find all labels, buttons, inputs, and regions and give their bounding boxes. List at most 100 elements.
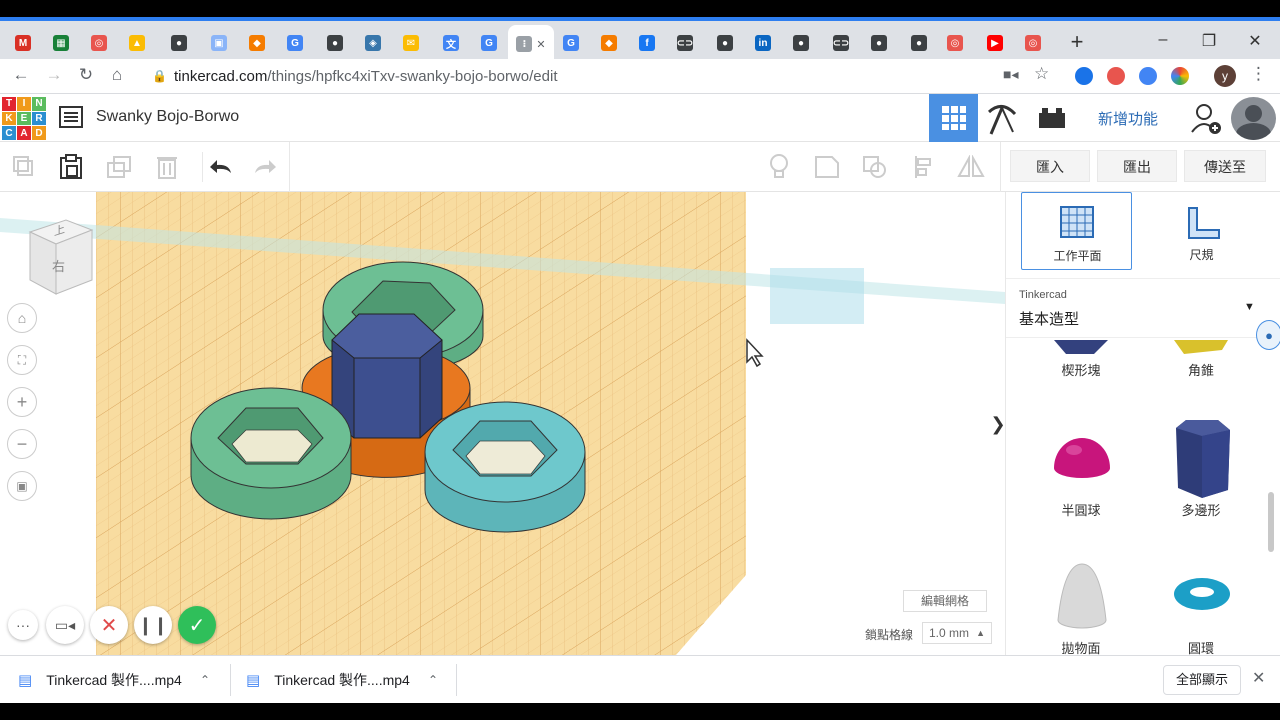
browser-tab[interactable]: ✉ [392,27,430,59]
send-to-button[interactable]: 傳送至 [1184,150,1266,182]
browser-tab[interactable]: G [470,27,508,59]
browser-tab[interactable]: in [744,27,782,59]
copy-icon[interactable] [9,152,39,182]
ungroup-icon[interactable] [860,152,890,182]
reload-button[interactable]: ↻ [75,65,97,85]
paraboloid-shape[interactable] [1054,562,1110,630]
close-downloads-icon[interactable]: ✕ [1252,668,1265,688]
polygon-prism-shape[interactable] [1172,418,1234,500]
delete-icon[interactable] [152,152,182,182]
browser-tab[interactable]: ▶ [976,27,1014,59]
browser-tab[interactable]: ▲ [118,27,156,59]
redo-icon[interactable] [250,152,280,182]
3d-viewport[interactable]: 上 右 ⌂ ⛶ + − ▣ ··· ▭◂ ✕ ❙❙ ✓ 編輯網格 鎖點格線 1.… [0,192,1005,655]
browser-tab[interactable]: ◎ [936,27,974,59]
kebab-menu-icon[interactable]: ⋮ [1250,64,1267,84]
undo-icon[interactable] [202,152,238,182]
hexagon-prism[interactable] [331,313,443,439]
browser-tab[interactable]: ◎ [1014,27,1052,59]
user-avatar[interactable] [1231,97,1276,140]
browser-tab[interactable]: 文 [432,27,470,59]
chrome-extension-icon[interactable] [1171,67,1189,85]
workplane-canvas[interactable] [0,192,1005,655]
snap-grid-select[interactable]: 1.0 mm ▲ [922,622,992,644]
zoom-out-button[interactable]: − [7,429,37,459]
align-icon[interactable] [910,152,940,182]
more-options-button[interactable]: ··· [8,610,38,640]
show-all-downloads-button[interactable]: 全部顯示 [1163,665,1241,695]
tinkercad-logo[interactable]: TIN KER CAD [2,97,46,140]
browser-tab[interactable]: ● [782,27,820,59]
group-icon[interactable] [812,152,842,182]
pickaxe-icon[interactable] [985,102,1019,141]
shape-library-select[interactable]: Tinkercad 基本造型 ▼ [1006,278,1280,338]
new-tab-button[interactable]: + [1066,29,1088,55]
back-button[interactable]: ← [10,65,32,85]
fit-view-button[interactable]: ⛶ [7,345,37,375]
chevron-up-icon[interactable]: ⌃ [200,673,210,687]
browser-tab[interactable]: ⁝ ✕ [508,25,554,63]
finish-recording-button[interactable]: ✓ [178,606,216,644]
close-window-button[interactable]: ✕ [1240,31,1270,51]
mirror-icon[interactable] [956,152,986,182]
restore-button[interactable]: ❐ [1194,31,1224,51]
3d-design-button[interactable] [929,94,978,142]
extension-icon[interactable] [1107,67,1125,85]
browser-tab[interactable]: ● [706,27,744,59]
browser-tab[interactable]: ◈ [354,27,392,59]
browser-tab[interactable]: ▦ [42,27,80,59]
home-view-button[interactable]: ⌂ [7,303,37,333]
pyramid-shape[interactable] [1174,340,1228,354]
browser-tab[interactable]: ⊂⊃ [666,27,704,59]
home-button[interactable]: ⌂ [106,65,128,85]
extension-icon[interactable] [1075,67,1093,85]
add-user-icon[interactable] [1190,102,1224,141]
bookmark-star-icon[interactable]: ☆ [1034,64,1049,84]
download-item[interactable]: ▤ Tinkercad 製作....mp4 ⌃ [18,656,228,704]
ruler-tool[interactable]: 尺規 [1146,192,1257,270]
browser-tab[interactable]: f [628,27,666,59]
forward-button[interactable]: → [43,65,65,85]
view-cube[interactable]: 上 右 [26,216,96,301]
paste-icon[interactable] [56,152,86,182]
torus-shape[interactable] [1172,576,1232,612]
green-ring-left[interactable] [190,387,352,520]
pause-recording-button[interactable]: ❙❙ [134,606,172,644]
workplane-tool[interactable]: 工作平面 [1021,192,1132,270]
bricks-icon[interactable] [1039,108,1065,133]
notes-lightbulb-icon[interactable] [764,152,794,182]
extension-icon[interactable] [1139,67,1157,85]
browser-tab[interactable]: ◆ [590,27,628,59]
camera-icon[interactable]: ■◂ [1003,66,1018,83]
export-button[interactable]: 匯出 [1097,150,1177,182]
designs-list-icon[interactable] [59,106,83,133]
camera-toggle-button[interactable]: ▭◂ [46,606,84,644]
download-item[interactable]: ▤ Tinkercad 製作....mp4 ⌃ [246,656,456,704]
url-field[interactable]: 🔒 tinkercad.com/things/hpfkc4xiTxv-swank… [140,63,1060,90]
wedge-shape[interactable] [1054,340,1108,354]
browser-tab[interactable]: ● [316,27,354,59]
browser-tab[interactable]: ● [860,27,898,59]
close-tab-icon[interactable]: ✕ [536,38,545,51]
browser-tab[interactable]: ◎ [80,27,118,59]
browser-tab[interactable]: ◆ [238,27,276,59]
browser-tab[interactable]: ● [160,27,198,59]
minimize-button[interactable]: – [1148,31,1178,49]
import-button[interactable]: 匯入 [1010,150,1090,182]
half-sphere-shape[interactable] [1052,430,1112,480]
browser-tab[interactable]: G [276,27,314,59]
duplicate-icon[interactable] [104,152,134,182]
zoom-in-button[interactable]: + [7,387,37,417]
profile-avatar[interactable]: y [1214,65,1236,87]
browser-tab[interactable]: ⊂⊃ [822,27,860,59]
browser-tab[interactable]: ▣ [200,27,238,59]
edit-grid-button[interactable]: 編輯網格 [903,590,987,612]
browser-tab[interactable]: M [4,27,42,59]
teal-ring-right[interactable] [424,401,586,533]
cancel-recording-button[interactable]: ✕ [90,606,128,644]
collapse-panel-chevron-icon[interactable]: ❯ [990,404,1005,444]
chevron-up-icon[interactable]: ⌃ [428,673,438,687]
browser-tab[interactable]: G [552,27,590,59]
perspective-button[interactable]: ▣ [7,471,37,501]
new-features-button[interactable]: 新增功能 [1098,108,1158,129]
